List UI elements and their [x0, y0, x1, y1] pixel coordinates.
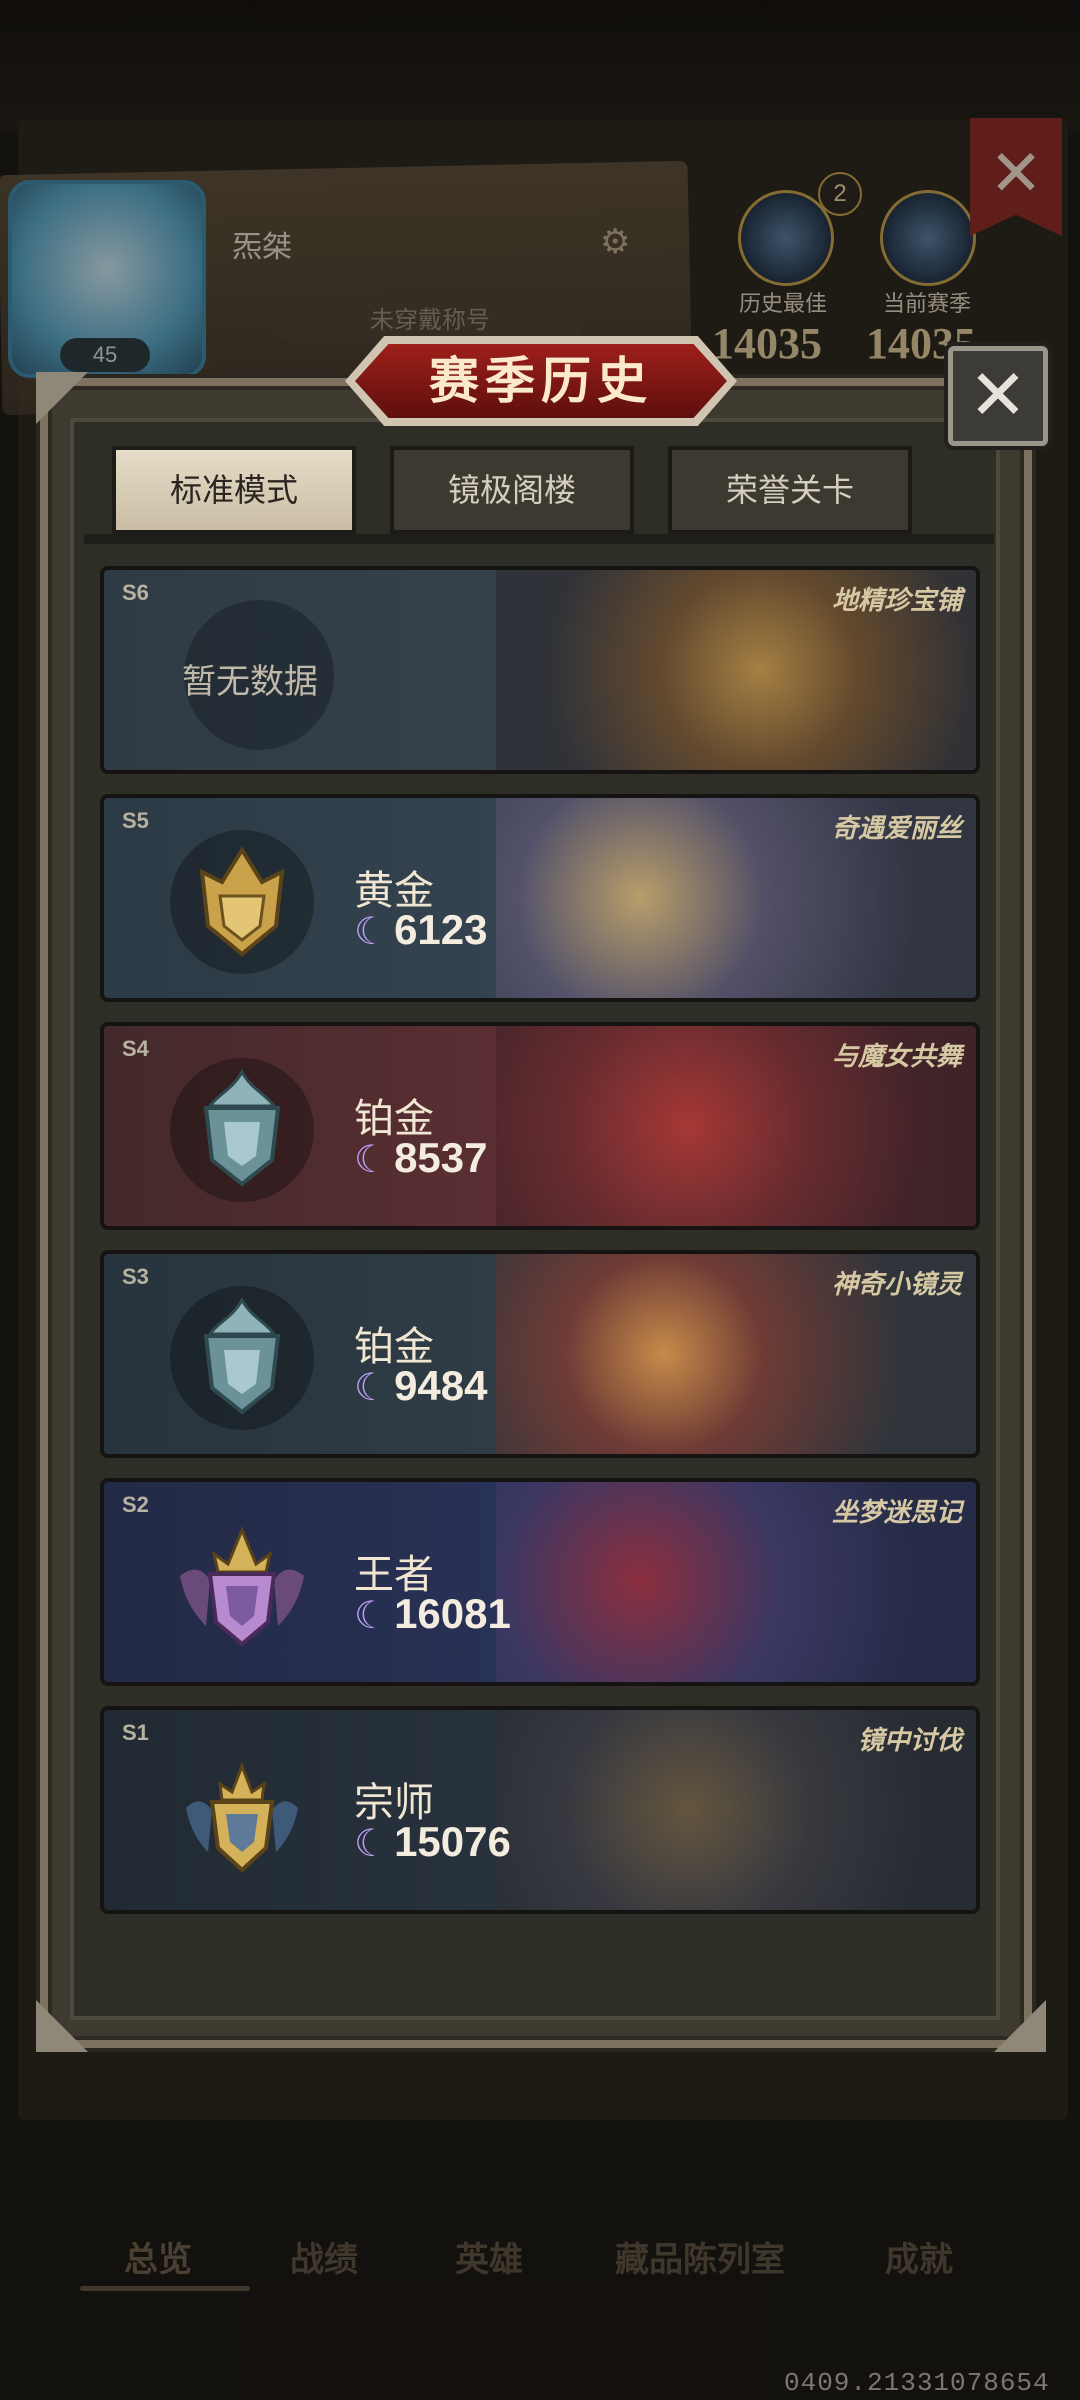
season-name: 坐梦迷思记 — [831, 1498, 962, 1528]
season-number: S6 — [122, 580, 149, 605]
season-number: S4 — [122, 1036, 149, 1061]
crescent-moon-icon: ☾ — [354, 1823, 389, 1865]
king-rank-emblem-icon — [162, 1506, 322, 1666]
crescent-moon-icon: ☾ — [354, 1595, 389, 1637]
platinum-rank-emblem-icon — [162, 1278, 322, 1438]
season-score: ☾ 9484 — [354, 1362, 488, 1409]
tab-honor-stages[interactable]: 荣誉关卡 — [668, 446, 912, 534]
tab-standard-mode[interactable]: 标准模式 — [112, 446, 356, 534]
season-card-s1[interactable]: S1 镜中讨伐 宗师 ☾ 15076 — [100, 1706, 980, 1914]
season-score: ☾ 16081 — [354, 1590, 511, 1637]
season-number: S5 — [122, 808, 149, 833]
season-score: ☾ 8537 — [354, 1134, 488, 1181]
season-card-s2[interactable]: S2 坐梦迷思记 王者 ☾ 16081 — [100, 1478, 980, 1686]
season-card-s5[interactable]: S5 奇遇爱丽丝 黄金 ☾ 6123 — [100, 794, 980, 1002]
crescent-moon-icon: ☾ — [354, 1367, 389, 1409]
close-button[interactable]: ✕ — [948, 346, 1048, 446]
season-card-s3[interactable]: S3 神奇小镜灵 铂金 ☾ 9484 — [100, 1250, 980, 1458]
no-data-text: 暂无数据 — [182, 663, 318, 701]
season-name: 神奇小镜灵 — [831, 1270, 962, 1300]
dialog-title: 赛季历史 — [429, 351, 653, 410]
season-number: S3 — [122, 1264, 149, 1289]
season-card-s4[interactable]: S4 与魔女共舞 铂金 ☾ 8537 — [100, 1022, 980, 1230]
tab-mirror-attic[interactable]: 镜极阁楼 — [390, 446, 634, 534]
gold-rank-emblem-icon — [162, 822, 322, 982]
season-name: 奇遇爱丽丝 — [831, 814, 962, 844]
season-number: S1 — [122, 1720, 149, 1745]
crescent-moon-icon: ☾ — [354, 1139, 389, 1181]
grandmaster-rank-emblem-icon — [162, 1734, 322, 1894]
season-card-s6[interactable]: S6 地精珍宝铺 暂无数据 — [100, 566, 980, 774]
close-icon: ✕ — [968, 356, 1028, 434]
season-name: 与魔女共舞 — [831, 1042, 962, 1072]
platinum-rank-emblem-icon — [162, 1050, 322, 1210]
season-name: 镜中讨伐 — [857, 1726, 962, 1756]
season-score: ☾ 6123 — [354, 906, 488, 953]
dialog-title-banner: 赛季历史 — [345, 336, 737, 426]
season-name: 地精珍宝铺 — [831, 586, 962, 616]
season-number: S2 — [122, 1492, 149, 1517]
crescent-moon-icon: ☾ — [354, 911, 389, 953]
season-score: ☾ 15076 — [354, 1818, 511, 1865]
tabs-divider — [84, 534, 994, 544]
